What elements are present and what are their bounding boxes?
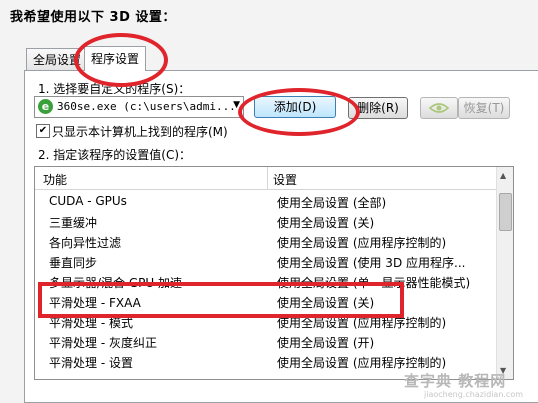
- checkbox-label: 只显示本计算机上找到的程序(M): [52, 125, 228, 139]
- step2-label: 2. 指定该程序的设置值(C)：: [38, 148, 192, 162]
- program-select[interactable]: e 360se.exe (c:\users\admi... ▼: [34, 96, 244, 118]
- delete-button[interactable]: 删除(R): [348, 97, 408, 119]
- row-setting: 使用全局设置 (关): [277, 216, 375, 230]
- table-row[interactable]: 三重缓冲 使用全局设置 (关): [35, 211, 497, 231]
- row-feature: 平滑处理 - 设置: [49, 356, 133, 370]
- row-feature: 平滑处理 - 灰度纠正: [49, 336, 157, 350]
- step1-label: 1. 选择要自定义的程序(S)：: [38, 82, 191, 96]
- tab-global-settings[interactable]: 全局设置: [26, 48, 88, 71]
- row-feature: 三重缓冲: [49, 216, 98, 230]
- chevron-down-icon: ▼: [233, 100, 240, 110]
- table-header: 功能 设置: [35, 167, 497, 190]
- table-row[interactable]: 垂直同步 使用全局设置 (使用 3D 应用程序...: [35, 251, 497, 271]
- row-setting: 使用全局设置 (应用程序控制的): [277, 236, 447, 250]
- 360-browser-icon: e: [38, 99, 53, 114]
- watermark-text: 查字典 教程网: [404, 372, 507, 390]
- row-setting: 使用全局设置 (开): [277, 336, 375, 350]
- show-found-programs-checkbox[interactable]: ✔: [36, 124, 50, 138]
- table-scrollbar[interactable]: ▲ ▼: [496, 167, 513, 379]
- tab-program-settings[interactable]: 程序设置: [84, 46, 147, 71]
- program-select-value: 360se.exe (c:\users\admi...: [57, 100, 236, 113]
- nvidia-eye-icon: [428, 103, 450, 113]
- row-setting: 使用全局设置 (应用程序控制的): [277, 356, 447, 370]
- row-feature: 垂直同步: [49, 256, 98, 270]
- scroll-up-icon[interactable]: ▲: [500, 171, 506, 180]
- restore-button: 恢复(T): [458, 97, 510, 119]
- nvidia-logo-button: [420, 97, 458, 119]
- page-heading: 我希望使用以下 3D 设置：: [10, 10, 176, 25]
- table-row[interactable]: 平滑处理 - 设置 使用全局设置 (应用程序控制的): [35, 351, 497, 371]
- scrollbar-thumb[interactable]: [499, 193, 512, 231]
- row-feature: 各向异性过滤: [49, 236, 122, 250]
- column-divider: [267, 167, 268, 189]
- table-row[interactable]: 平滑处理 - 灰度纠正 使用全局设置 (开): [35, 331, 497, 351]
- settings-table: 功能 设置 CUDA - GPUs 使用全局设置 (全部) 三重缓冲 使用全局设…: [34, 166, 514, 380]
- table-row[interactable]: 各向异性过滤 使用全局设置 (应用程序控制的): [35, 231, 497, 251]
- annotation-rectangle-fxaa: [38, 282, 404, 318]
- column-header-setting[interactable]: 设置: [273, 171, 297, 188]
- column-header-feature[interactable]: 功能: [43, 171, 67, 188]
- row-feature: CUDA - GPUs: [49, 194, 127, 208]
- table-row[interactable]: CUDA - GPUs 使用全局设置 (全部): [35, 191, 497, 211]
- watermark-url: jiaocheng.chazidian.com: [424, 390, 524, 399]
- row-setting: 使用全局设置 (使用 3D 应用程序...: [277, 256, 466, 270]
- row-setting: 使用全局设置 (全部): [277, 196, 387, 210]
- add-button[interactable]: 添加(D): [254, 96, 336, 118]
